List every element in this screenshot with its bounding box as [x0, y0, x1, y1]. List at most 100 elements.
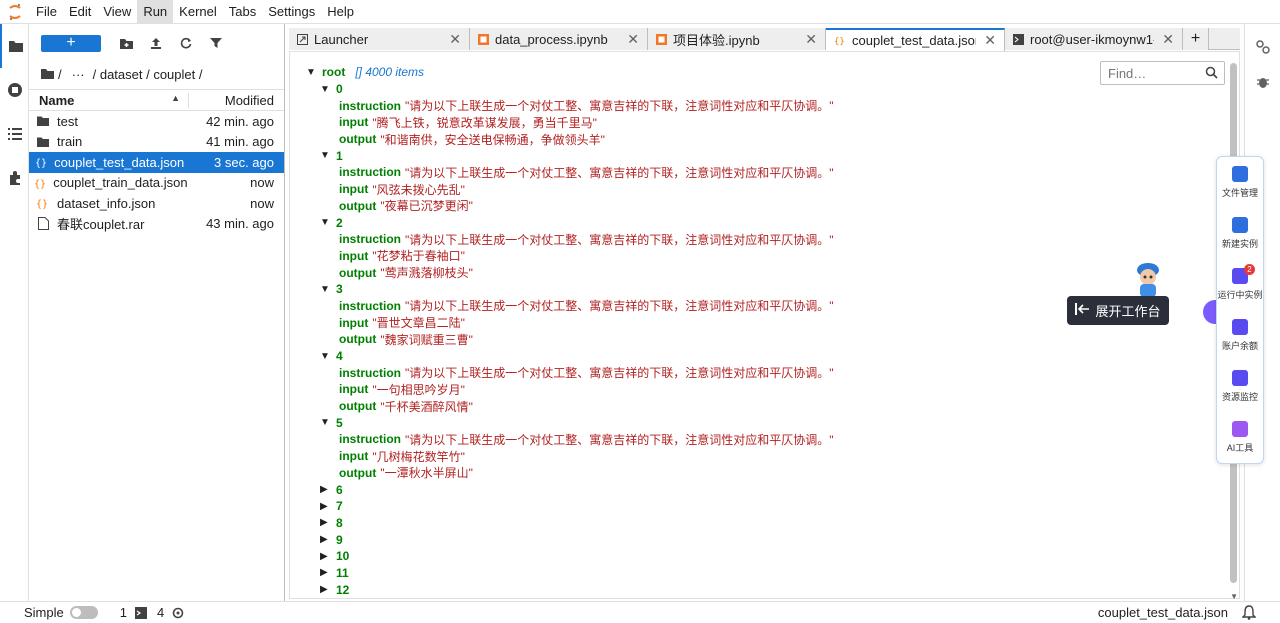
- json-collapsed-row[interactable]: ▶ 12: [306, 581, 834, 598]
- json-field-row: output "和谐南供，安全送电保畅通，争做领头羊": [306, 131, 834, 148]
- terminal-count[interactable]: 4: [157, 605, 164, 620]
- menu-settings[interactable]: Settings: [262, 0, 321, 24]
- tab-terminal[interactable]: root@user-ikmoynw1-884 ✕: [1005, 28, 1183, 50]
- tab-notebook[interactable]: 项目体验.ipynb ✕: [648, 28, 826, 50]
- menu-view[interactable]: View: [97, 0, 137, 24]
- tab-notebook[interactable]: data_process.ipynb ✕: [470, 28, 648, 50]
- new-folder-icon[interactable]: [111, 33, 141, 53]
- json-collapsed-row[interactable]: ▶ 10: [306, 548, 834, 565]
- kernel-status-gear-icon[interactable]: [172, 607, 184, 619]
- new-launcher-button[interactable]: +: [41, 34, 101, 52]
- json-entry-row[interactable]: ▼ 3: [306, 281, 834, 298]
- panel-item-chip[interactable]: 资源监控: [1217, 361, 1263, 412]
- file-row[interactable]: test 42 min. ago: [29, 111, 284, 132]
- collapsed-triangle-icon[interactable]: ▶: [320, 534, 336, 545]
- collapsed-triangle-icon[interactable]: ▶: [320, 517, 336, 528]
- column-modified-header[interactable]: Modified: [189, 93, 284, 108]
- json-entry-row[interactable]: ▼ 4: [306, 348, 834, 365]
- file-row[interactable]: {} dataset_info.json now: [29, 193, 284, 214]
- panel-item-ai[interactable]: AI工具: [1217, 412, 1263, 463]
- json-root-key: root: [322, 65, 346, 80]
- collapsed-triangle-icon[interactable]: ▶: [320, 501, 336, 512]
- kernel-count[interactable]: 1: [120, 605, 127, 620]
- notification-bell-icon[interactable]: [1242, 605, 1256, 620]
- breadcrumb-root[interactable]: /: [58, 67, 62, 82]
- panel-item-add-instance[interactable]: 新建实例: [1217, 208, 1263, 259]
- menu-edit[interactable]: Edit: [63, 0, 97, 24]
- menu-run[interactable]: Run: [137, 0, 174, 24]
- menu-file[interactable]: File: [30, 0, 63, 24]
- upload-icon[interactable]: [141, 33, 171, 53]
- json-collapsed-row[interactable]: ▶ 8: [306, 515, 834, 532]
- json-string-value: "莺声溅落柳枝头": [380, 266, 473, 281]
- add-instance-icon: [1232, 217, 1248, 233]
- panel-item-wallet[interactable]: 账户余额: [1217, 310, 1263, 361]
- json-collapsed-row[interactable]: ▶ 9: [306, 531, 834, 548]
- panel-item-label: 运行中实例: [1217, 290, 1263, 300]
- filter-icon[interactable]: [201, 33, 231, 53]
- file-name: couplet_test_data.json: [54, 154, 185, 170]
- menu-kernel[interactable]: Kernel: [173, 0, 223, 24]
- json-entry-row[interactable]: ▼ 2: [306, 214, 834, 231]
- panel-item-folder[interactable]: 文件管理: [1217, 157, 1263, 208]
- scroll-down-arrow-icon[interactable]: ▼: [1230, 592, 1238, 601]
- tab-launcher[interactable]: Launcher ✕: [289, 28, 470, 50]
- left-sidebar: [0, 24, 29, 601]
- breadcrumb-ellipsis[interactable]: ···: [72, 67, 85, 82]
- expand-triangle-icon[interactable]: ▼: [320, 351, 336, 362]
- json-entry-row[interactable]: ▼ 1: [306, 147, 834, 164]
- collapsed-triangle-icon[interactable]: ▶: [320, 584, 336, 595]
- file-row[interactable]: train 41 min. ago: [29, 132, 284, 153]
- tab-label: couplet_test_data.json: [852, 33, 977, 48]
- running-kernels-icon[interactable]: [0, 68, 29, 112]
- collapsed-triangle-icon[interactable]: ▶: [320, 484, 336, 495]
- expand-triangle-icon[interactable]: ▼: [320, 417, 336, 428]
- file-browser-icon[interactable]: [0, 24, 29, 68]
- close-icon[interactable]: ✕: [984, 32, 996, 49]
- panel-item-running[interactable]: 运行中实例 2: [1217, 259, 1263, 310]
- property-inspector-icon[interactable]: [1245, 24, 1280, 70]
- expand-triangle-icon[interactable]: ▼: [320, 217, 336, 228]
- file-row[interactable]: 春联couplet.rar 43 min. ago: [29, 214, 284, 235]
- collapsed-triangle-icon[interactable]: ▶: [320, 567, 336, 578]
- refresh-icon[interactable]: [171, 33, 201, 53]
- terminal-icon: [134, 606, 147, 619]
- mascot-image: [1132, 262, 1164, 298]
- file-row[interactable]: {} couplet_train_data.json now: [29, 173, 284, 194]
- json-collapsed-row[interactable]: ▶ 11: [306, 565, 834, 582]
- close-icon[interactable]: ✕: [449, 31, 461, 48]
- close-icon[interactable]: ✕: [805, 31, 817, 48]
- expand-triangle-icon[interactable]: ▼: [306, 67, 322, 78]
- close-icon[interactable]: ✕: [1162, 31, 1174, 48]
- expand-triangle-icon[interactable]: ▼: [320, 284, 336, 295]
- extensions-icon[interactable]: [0, 156, 29, 200]
- menu-tabs[interactable]: Tabs: [223, 0, 262, 24]
- json-string-value: "一潭秋水半屏山": [380, 466, 473, 481]
- debugger-icon[interactable]: [1245, 70, 1280, 94]
- json-root-row[interactable]: ▼ root [] 4000 items: [306, 64, 834, 81]
- column-name-header[interactable]: Name ▲: [29, 92, 189, 108]
- file-browser-panel: + / ··· / dataset / couplet / Name ▲ Mod…: [29, 24, 285, 601]
- breadcrumb-path[interactable]: / dataset / couplet /: [93, 67, 203, 82]
- breadcrumb-folder-icon[interactable]: [41, 67, 54, 82]
- close-icon[interactable]: ✕: [627, 31, 639, 48]
- json-entry-row[interactable]: ▼ 0: [306, 81, 834, 98]
- collapsed-triangle-icon[interactable]: ▶: [320, 551, 336, 562]
- tab-json[interactable]: {} couplet_test_data.json ✕: [826, 28, 1005, 51]
- menu-help[interactable]: Help: [321, 0, 360, 24]
- file-row[interactable]: {} couplet_test_data.json 3 sec. ago: [29, 152, 284, 173]
- table-of-contents-icon[interactable]: [0, 112, 29, 156]
- json-collapsed-row[interactable]: ▶ 7: [306, 498, 834, 515]
- json-key: instruction: [339, 298, 401, 313]
- expand-triangle-icon[interactable]: ▼: [320, 84, 336, 95]
- expand-triangle-icon[interactable]: ▼: [320, 150, 336, 161]
- json-key: output: [339, 198, 377, 213]
- new-tab-button[interactable]: +: [1183, 28, 1209, 50]
- json-entry-row[interactable]: ▼ 5: [306, 414, 834, 431]
- json-string-value: "一句相思吟岁月": [372, 382, 465, 397]
- folder-icon: [1232, 166, 1248, 182]
- expand-workbench-tooltip[interactable]: 展开工作台: [1067, 296, 1169, 325]
- find-input[interactable]: Find…: [1100, 61, 1225, 85]
- simple-mode-toggle[interactable]: [69, 606, 98, 619]
- json-collapsed-row[interactable]: ▶ 6: [306, 481, 834, 498]
